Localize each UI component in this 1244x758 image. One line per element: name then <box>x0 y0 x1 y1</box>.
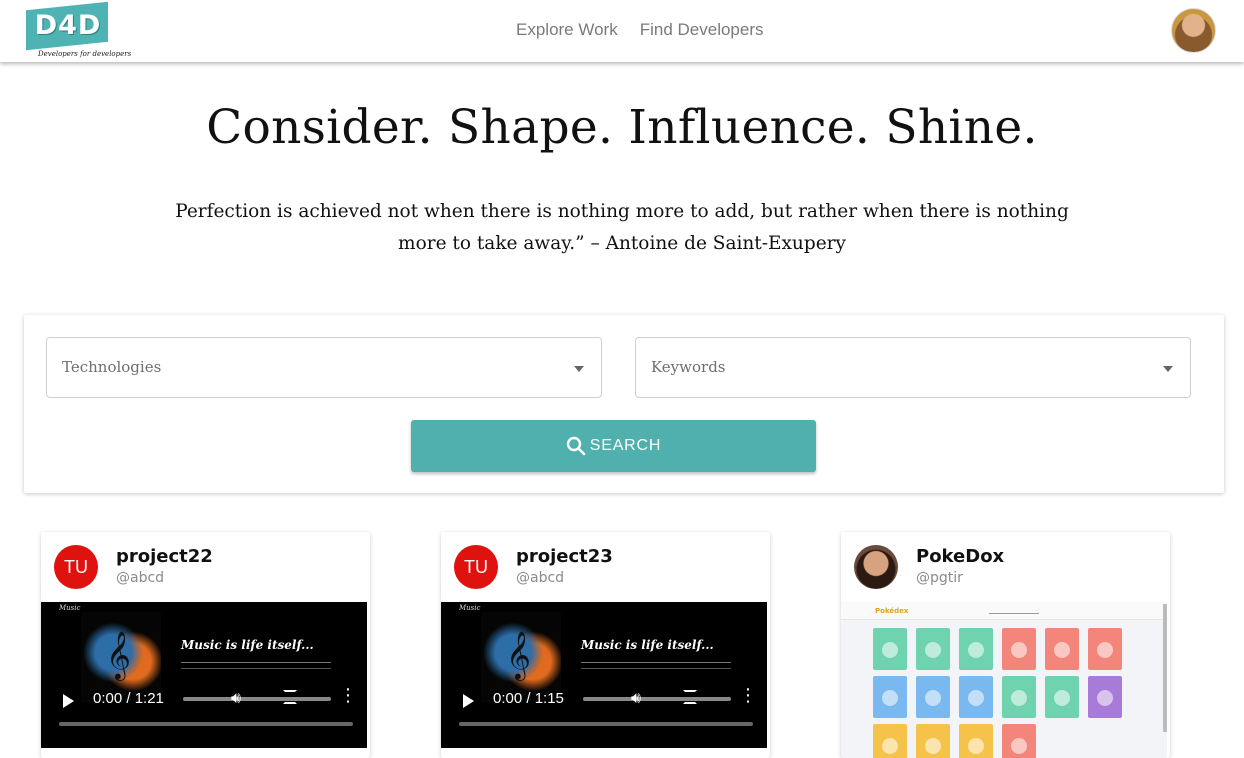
divider <box>181 662 331 663</box>
video-title: Music is life itself... <box>581 638 714 652</box>
play-icon[interactable] <box>63 694 74 708</box>
more-options-icon[interactable]: ⋮ <box>339 687 357 705</box>
project-card[interactable]: TU project23 @abcd Music 𝄞 Music is life… <box>441 532 770 758</box>
pokedex-logo: Pokédex <box>875 607 909 615</box>
project-card[interactable]: TU project22 @abcd Music 𝄞 Music is life… <box>41 532 370 758</box>
hero-quote: Perfection is achieved not when there is… <box>175 201 1069 254</box>
pokemon-tile <box>1045 628 1079 670</box>
video-time: 0:00 / 1:21 <box>93 690 164 707</box>
scrollbar <box>1163 604 1167 732</box>
nav-explore-work[interactable]: Explore Work <box>516 20 618 40</box>
video-player[interactable]: Music 𝄞 Music is life itself... 0:00 / 1… <box>41 602 367 748</box>
keywords-select[interactable]: Keywords <box>635 337 1191 398</box>
fullscreen-icon[interactable] <box>283 690 297 704</box>
video-controls: 0:00 / 1:21 🔊︎ ⋮ <box>41 686 367 716</box>
technologies-placeholder: Technologies <box>62 358 162 376</box>
logo-tagline: Developers for developers <box>38 50 132 58</box>
project-name[interactable]: project22 <box>116 546 213 567</box>
pokemon-tile <box>959 676 993 718</box>
pokemon-tile <box>959 724 993 758</box>
main-nav: Explore Work Find Developers <box>516 20 764 40</box>
project-card[interactable]: PokeDox @pgtir Pokédex <box>841 532 1170 758</box>
pokemon-tile <box>1045 676 1079 718</box>
divider <box>181 668 331 669</box>
d4d-logo[interactable]: D4D Developers for developers <box>26 1 131 60</box>
more-options-icon[interactable]: ⋮ <box>739 687 757 705</box>
volume-slider[interactable] <box>583 697 731 701</box>
search-button-label: SEARCH <box>589 437 662 454</box>
project-avatar <box>854 545 898 589</box>
video-progress-bar[interactable] <box>59 722 353 726</box>
pokemon-tile <box>1088 676 1122 718</box>
divider <box>581 668 731 669</box>
fullscreen-icon[interactable] <box>683 690 697 704</box>
pokemon-tile <box>916 676 950 718</box>
video-label: Music <box>459 604 481 612</box>
project-handle[interactable]: @pgtir <box>916 570 963 586</box>
video-controls: 0:00 / 1:15 🔊︎ ⋮ <box>441 686 767 716</box>
search-button[interactable]: SEARCH <box>411 420 816 472</box>
search-icon <box>566 436 586 456</box>
chevron-down-icon <box>1163 366 1173 372</box>
pokemon-tile <box>1002 724 1036 758</box>
pokemon-tile <box>1088 628 1122 670</box>
user-avatar[interactable] <box>1171 8 1216 53</box>
video-progress-bar[interactable] <box>459 722 753 726</box>
video-time: 0:00 / 1:15 <box>493 690 564 707</box>
technologies-select[interactable]: Technologies <box>46 337 602 398</box>
project-name[interactable]: project23 <box>516 546 613 567</box>
pokemon-tile <box>916 628 950 670</box>
hero-title: Consider. Shape. Influence. Shine. <box>206 100 1038 155</box>
video-player[interactable]: Music 𝄞 Music is life itself... 0:00 / 1… <box>441 602 767 748</box>
pokemon-tile <box>916 724 950 758</box>
pokemon-tile <box>873 724 907 758</box>
pokemon-tile <box>873 676 907 718</box>
pokemon-tile <box>1002 676 1036 718</box>
nav-find-developers[interactable]: Find Developers <box>640 20 764 40</box>
video-label: Music <box>59 604 81 612</box>
project-avatar: TU <box>54 545 98 589</box>
treble-clef-icon: 𝄞 <box>506 630 531 679</box>
play-icon[interactable] <box>463 694 474 708</box>
pokemon-tile <box>959 628 993 670</box>
logo-text: D4D <box>34 10 102 41</box>
project-avatar: TU <box>454 545 498 589</box>
project-handle[interactable]: @abcd <box>116 570 164 586</box>
screenshot-search-bar <box>989 608 1039 614</box>
search-panel: Technologies Keywords SEARCH <box>24 315 1224 493</box>
treble-clef-icon: 𝄞 <box>106 630 131 679</box>
volume-icon[interactable]: 🔊︎ <box>631 688 641 708</box>
project-name[interactable]: PokeDox <box>916 546 1004 567</box>
pokemon-tile <box>873 628 907 670</box>
video-title: Music is life itself... <box>181 638 314 652</box>
divider <box>581 662 731 663</box>
top-navbar: D4D Developers for developers Explore Wo… <box>0 0 1244 62</box>
keywords-placeholder: Keywords <box>651 358 726 376</box>
chevron-down-icon <box>574 366 584 372</box>
project-screenshot[interactable]: Pokédex <box>841 602 1167 758</box>
volume-slider[interactable] <box>183 697 331 701</box>
pokemon-tile <box>1002 628 1036 670</box>
volume-icon[interactable]: 🔊︎ <box>231 688 241 708</box>
project-handle[interactable]: @abcd <box>516 570 564 586</box>
